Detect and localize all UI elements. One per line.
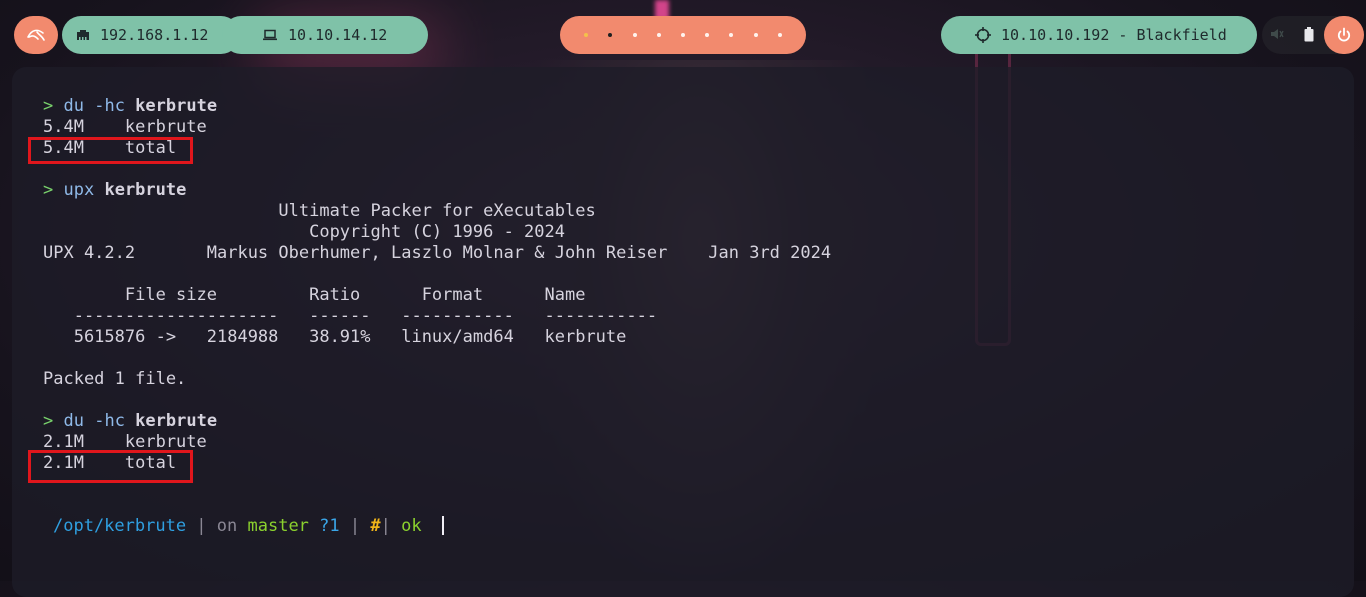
prompt-statusline: /opt/kerbrute | on master ?1 | #| ok bbox=[53, 516, 444, 537]
kali-dragon-icon bbox=[27, 29, 45, 41]
output-line: File size Ratio Format Name bbox=[43, 285, 586, 305]
ethernet-icon bbox=[76, 29, 90, 41]
workspace-dot[interactable] bbox=[753, 33, 758, 37]
workspace-dot[interactable] bbox=[656, 33, 661, 37]
battery-icon[interactable] bbox=[1304, 27, 1314, 46]
vpn-ip-widget[interactable]: 10.10.14.12 bbox=[222, 16, 428, 54]
workspace-dot[interactable] bbox=[632, 33, 637, 37]
text-cursor[interactable] bbox=[441, 516, 444, 535]
output-line: Copyright (C) 1996 - 2024 bbox=[43, 222, 565, 242]
target-widget[interactable]: 10.10.10.192 - Blackfield bbox=[941, 16, 1257, 54]
workspace-dot[interactable] bbox=[680, 33, 685, 37]
output-line: UPX 4.2.2 Markus Oberhumer, Laszlo Molna… bbox=[43, 243, 832, 263]
workspace-dot[interactable] bbox=[584, 33, 589, 37]
command-line: > upx kerbrute bbox=[43, 180, 186, 201]
command-name: du bbox=[63, 96, 84, 116]
prompt-symbol: > bbox=[43, 411, 54, 431]
command-target: kerbrute bbox=[135, 96, 218, 116]
separator: | bbox=[380, 516, 402, 536]
output-line: 5.4M kerbrute bbox=[43, 117, 207, 137]
highlight-box bbox=[28, 450, 193, 483]
output-line: -------------------- ------ ----------- … bbox=[43, 306, 658, 326]
target-text: 10.10.10.192 - Blackfield bbox=[1001, 26, 1227, 44]
highlight-box bbox=[28, 137, 193, 164]
command-target: kerbrute bbox=[104, 180, 187, 200]
power-icon bbox=[1337, 27, 1351, 42]
command-target: kerbrute bbox=[135, 411, 218, 431]
command-args: -hc bbox=[83, 96, 136, 116]
local-ip-text: 192.168.1.12 bbox=[100, 26, 209, 44]
prompt-symbol: > bbox=[43, 96, 54, 116]
local-ip-widget[interactable]: 192.168.1.12 bbox=[62, 16, 240, 54]
workspace-dot[interactable] bbox=[729, 33, 734, 37]
crosshair-icon bbox=[975, 27, 991, 43]
distro-menu-button[interactable] bbox=[14, 16, 58, 54]
command-name: du bbox=[63, 411, 84, 431]
vpn-ip-text: 10.10.14.12 bbox=[288, 26, 388, 44]
output-line: 5615876 -> 2184988 38.91% linux/amd64 ke… bbox=[43, 327, 627, 347]
workspace-switcher[interactable] bbox=[560, 16, 806, 54]
separator: | bbox=[339, 516, 371, 536]
volume-icon[interactable] bbox=[1270, 27, 1284, 45]
hash-icon: # bbox=[370, 516, 381, 536]
output-line: Packed 1 file. bbox=[43, 369, 187, 389]
workspace-dot[interactable] bbox=[777, 33, 782, 37]
git-on-label: on bbox=[216, 516, 248, 536]
power-button[interactable] bbox=[1324, 16, 1364, 54]
terminal-window[interactable]: > du -hc kerbrute 5.4M kerbrute 5.4M tot… bbox=[12, 67, 1354, 597]
command-line: > du -hc kerbrute bbox=[43, 411, 217, 432]
git-branch: master bbox=[247, 516, 309, 536]
workspace-dot[interactable] bbox=[705, 33, 710, 37]
cwd-path: /opt/kerbrute bbox=[53, 516, 187, 536]
git-status: ?1 bbox=[308, 516, 340, 536]
exit-status: ok bbox=[401, 516, 422, 536]
separator: | bbox=[186, 516, 217, 536]
command-name: upx bbox=[63, 180, 95, 200]
command-args bbox=[94, 180, 104, 200]
command-line: > du -hc kerbrute bbox=[43, 96, 217, 117]
output-line: Ultimate Packer for eXecutables bbox=[43, 201, 596, 221]
laptop-icon bbox=[262, 29, 278, 41]
workspace-dot-active[interactable] bbox=[608, 33, 613, 37]
prompt-symbol: > bbox=[43, 180, 54, 200]
command-args: -hc bbox=[83, 411, 136, 431]
